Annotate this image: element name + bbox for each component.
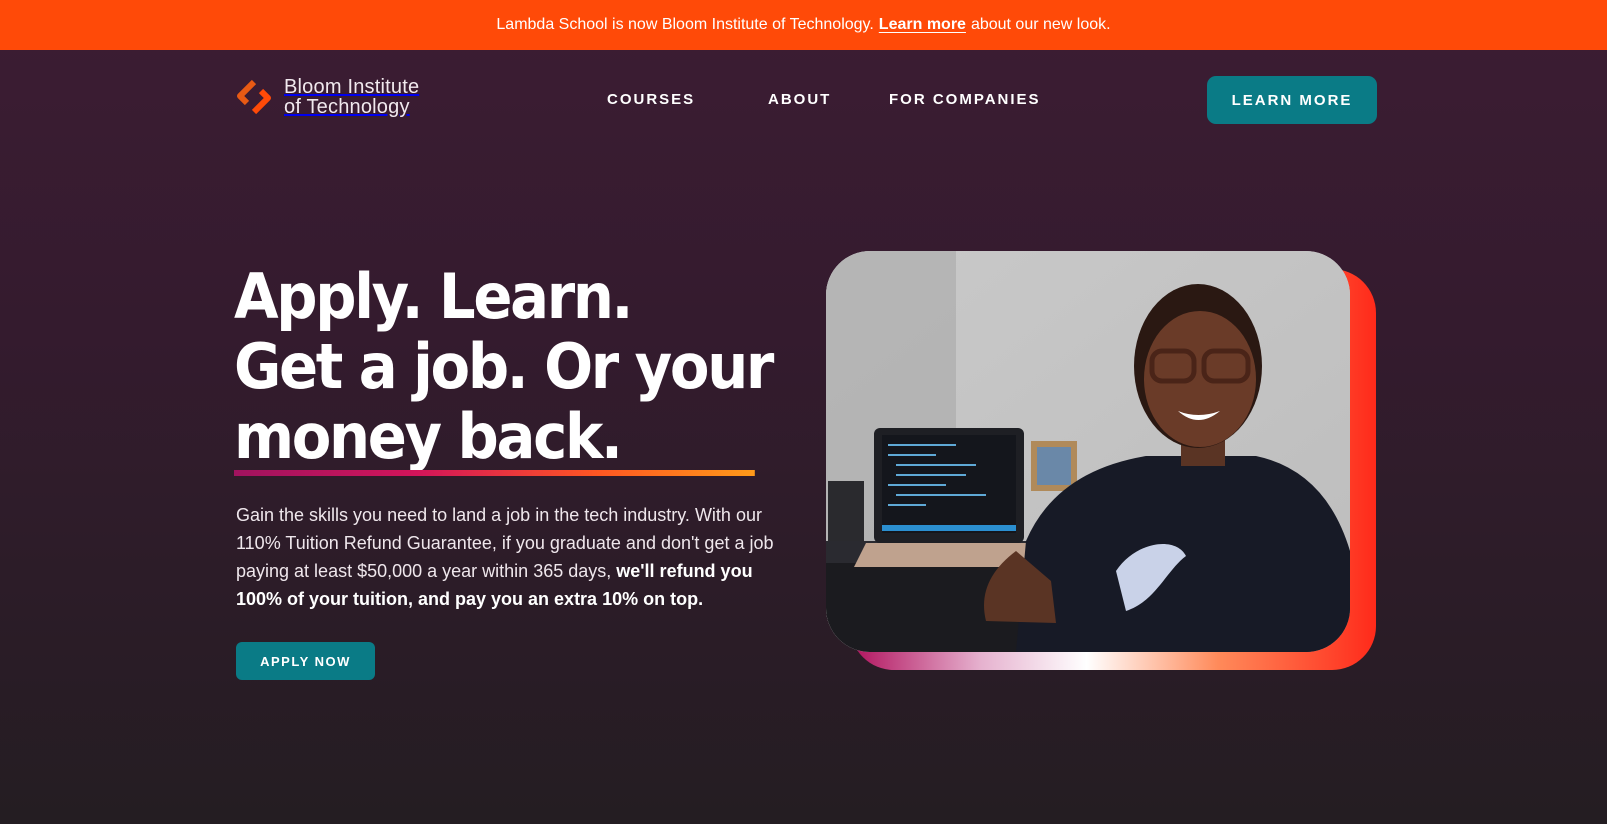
- banner-learn-more-link[interactable]: Learn more: [879, 16, 966, 34]
- student-illustration: [826, 251, 1350, 652]
- apply-now-button[interactable]: APPLY NOW: [236, 642, 375, 680]
- top-nav: Bloom Institute of Technology COURSES AB…: [0, 50, 1607, 150]
- hero-photo: [826, 251, 1376, 670]
- hero-description: Gain the skills you need to land a job i…: [236, 501, 791, 613]
- headline-line-3-wrap: money back.: [234, 400, 755, 476]
- nav-about[interactable]: ABOUT: [768, 91, 831, 108]
- headline-highlight: money back.: [234, 400, 755, 476]
- nav-courses[interactable]: COURSES: [607, 91, 695, 108]
- hero-headline: Apply. Learn. Get a job. Or your money b…: [234, 260, 774, 476]
- gradient-underline: [234, 470, 755, 476]
- student-photo: [826, 251, 1350, 652]
- nav-for-companies[interactable]: FOR COMPANIES: [889, 91, 1041, 108]
- banner-text: Lambda School is now Bloom Institute of …: [496, 16, 874, 33]
- headline-line-1: Apply. Learn.: [234, 260, 633, 333]
- headline-line-2: Get a job. Or your: [234, 330, 774, 403]
- learn-more-button[interactable]: LEARN MORE: [1207, 76, 1377, 124]
- banner-text-end: about our new look.: [970, 16, 1111, 33]
- announcement-banner: Lambda School is now Bloom Institute of …: [0, 0, 1607, 50]
- headline-line-3: money back.: [234, 400, 623, 473]
